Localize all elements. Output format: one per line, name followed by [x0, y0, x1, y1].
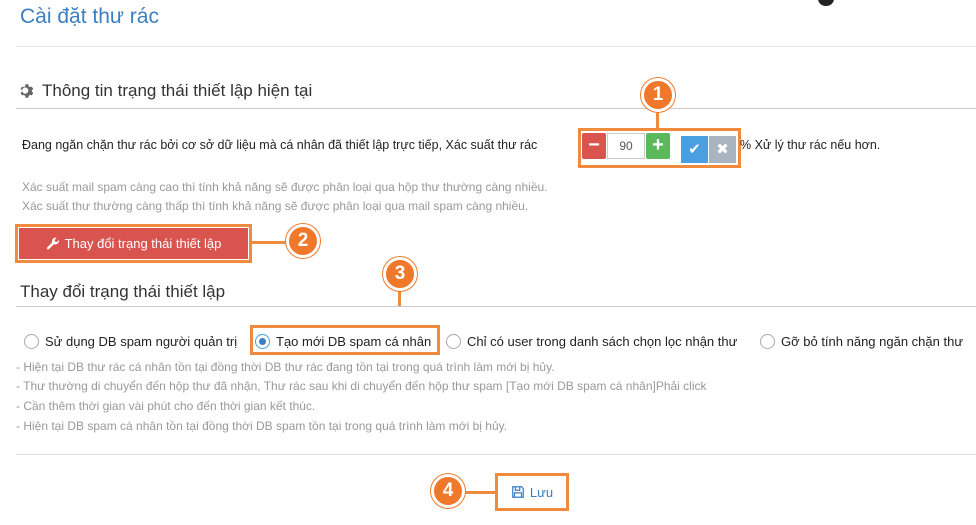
divider [16, 306, 976, 307]
save-button[interactable]: Lưu [500, 478, 564, 506]
status-text: Đang ngăn chặn thư rác bởi cơ sở dữ liệu… [22, 138, 538, 152]
probability-suffix-text: % Xử lý thư rác nếu hơn. [740, 138, 881, 152]
note-text: - Thư thường di chuyển đến hộp thư đã nh… [16, 379, 707, 393]
decrease-probability-button[interactable]: − [582, 133, 606, 159]
probability-input[interactable] [607, 133, 645, 159]
wrench-icon [46, 237, 59, 249]
callout-badge-3: 3 [383, 257, 417, 291]
radio-label: Chỉ có user trong danh sách chọn lọc nhậ… [467, 333, 738, 349]
radio-option-personal-db[interactable]: Tạo mới DB spam cá nhân [255, 330, 431, 352]
x-icon: ✖ [716, 141, 729, 158]
callout-connector [398, 290, 401, 306]
hint-text: Xác suất mail spam càng cao thì tính khả… [22, 180, 548, 194]
corner-icon [818, 0, 834, 6]
callout-badge-1: 1 [641, 78, 675, 112]
radio-button[interactable] [24, 333, 39, 349]
save-label: Lưu [529, 484, 554, 500]
radio-label: Gỡ bỏ tính năng ngăn chặn thư [781, 333, 964, 349]
gear-icon [20, 84, 34, 98]
radio-option-admin-db[interactable]: Sử dụng DB spam người quản trị [24, 330, 237, 352]
radio-label: Sử dụng DB spam người quản trị [45, 333, 238, 349]
radio-button[interactable] [446, 333, 461, 349]
page-title: Cài đặt thư rác [20, 5, 159, 28]
callout-badge-4: 4 [431, 474, 465, 508]
change-status-label: Thay đổi trạng thái thiết lập [64, 236, 222, 251]
note-text: - Hiện tại DB spam cá nhân tồn tại đồng … [16, 419, 508, 433]
hint-text: Xác suất thư thường càng thấp thì tính k… [22, 199, 529, 213]
confirm-button[interactable]: ✔ [681, 136, 708, 163]
callout-connector [656, 111, 659, 129]
note-text: - Cần thêm thời gian vài phút cho đến th… [16, 399, 316, 413]
radio-option-disable[interactable]: Gỡ bỏ tính năng ngăn chặn thư [760, 330, 963, 352]
divider [16, 454, 976, 455]
radio-option-whitelist-only[interactable]: Chỉ có user trong danh sách chọn lọc nhậ… [446, 330, 737, 352]
status-section-title-text: Thông tin trạng thái thiết lập hiện tại [42, 81, 313, 100]
change-section-title: Thay đổi trạng thái thiết lập [20, 282, 226, 301]
floppy-disk-icon [512, 486, 524, 498]
status-section-title: Thông tin trạng thái thiết lập hiện tại [18, 81, 312, 101]
radio-label: Tạo mới DB spam cá nhân [276, 333, 432, 349]
check-icon: ✔ [688, 141, 701, 158]
note-text: - Hiện tại DB thư rác cá nhân tồn tại đồ… [16, 360, 555, 374]
radio-button[interactable] [760, 333, 775, 349]
divider [16, 46, 976, 47]
radio-button-checked[interactable] [255, 333, 270, 349]
callout-connector [465, 491, 495, 494]
cancel-button[interactable]: ✖ [709, 136, 736, 163]
increase-probability-button[interactable]: + [646, 133, 670, 159]
change-status-button[interactable]: Thay đổi trạng thái thiết lập [19, 228, 248, 259]
callout-badge-2: 2 [286, 224, 320, 258]
callout-connector [252, 241, 288, 244]
divider [16, 108, 976, 109]
